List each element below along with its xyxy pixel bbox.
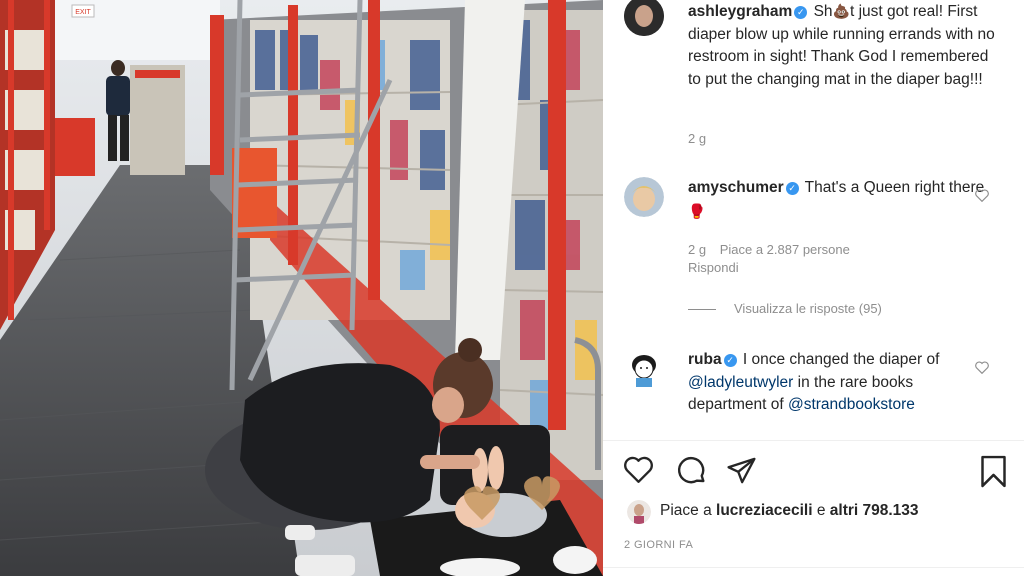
verified-icon: ✓: [794, 6, 808, 19]
view-replies-label: Visualizza le risposte (95): [734, 301, 882, 316]
post-sidebar: ashleygraham ✓ Sh💩t just got real! First …: [603, 0, 1024, 576]
liker-username[interactable]: lucreziacecili: [716, 502, 813, 519]
verified-icon: ✓: [723, 354, 737, 367]
likes-prefix: Piace a: [660, 502, 712, 519]
mention-link[interactable]: @strandbookstore: [788, 396, 915, 413]
caption-start: Sh: [813, 3, 833, 20]
comment-item: amyschumer ✓ That's a Queen right there 🥊: [688, 177, 988, 223]
post-caption: ashleygraham ✓ Sh💩t just got real! First …: [688, 0, 1003, 91]
liker-avatar-image: [627, 500, 651, 524]
action-bar: [603, 440, 1024, 441]
comment-icon[interactable]: [676, 455, 708, 487]
likes-summary: Piace a lucreziacecili e altri 798.133: [660, 502, 919, 520]
post-photo[interactable]: EXIT: [0, 0, 603, 576]
comment-like-heart-icon[interactable]: [975, 361, 989, 374]
comment-avatar[interactable]: [624, 349, 664, 389]
comment-likes[interactable]: Piace a 2.887 persone: [720, 242, 850, 257]
comment-like-heart-icon[interactable]: [975, 189, 989, 202]
share-icon[interactable]: [726, 456, 757, 485]
boxing-glove-emoji-icon: 🥊: [688, 202, 706, 219]
comment-username[interactable]: ruba: [688, 351, 722, 368]
store-aisle-image: EXIT: [0, 0, 603, 576]
comment-avatar-image: [624, 177, 664, 217]
likes-conj: e: [816, 502, 826, 519]
divider: [603, 567, 1024, 568]
author-avatar-image: [624, 0, 664, 36]
liker-avatar[interactable]: [627, 500, 651, 524]
author-username[interactable]: ashleygraham: [688, 3, 792, 20]
view-replies-button[interactable]: Visualizza le risposte (95): [688, 301, 882, 316]
comment-meta: 2 g Piace a 2.887 persone: [688, 242, 850, 257]
comment-avatar[interactable]: [624, 177, 664, 217]
verified-icon: ✓: [785, 182, 799, 195]
comment-text: That's a Queen right there: [804, 179, 985, 196]
comment-time[interactable]: 2 g: [688, 242, 706, 257]
comment-username[interactable]: amyschumer: [688, 179, 784, 196]
mention-link[interactable]: @ladyleutwyler: [688, 374, 793, 391]
post-timestamp[interactable]: 2 GIORNI FA: [624, 539, 693, 551]
snoopy-avatar-image: [624, 349, 664, 389]
caption-time[interactable]: 2 g: [688, 131, 706, 146]
comment-item: ruba ✓ I once changed the diaper of @lady…: [688, 349, 968, 417]
reply-button[interactable]: Rispondi: [688, 260, 739, 275]
author-avatar[interactable]: [624, 0, 664, 36]
poop-emoji-icon: 💩: [832, 3, 850, 19]
comment-text: I once changed the diaper of: [742, 351, 940, 368]
exit-sign: EXIT: [75, 9, 91, 16]
heart-icon[interactable]: [623, 455, 654, 484]
replies-line: [688, 309, 716, 311]
bookmark-icon[interactable]: [979, 455, 1008, 488]
likes-others-button[interactable]: altri 798.133: [830, 502, 919, 519]
